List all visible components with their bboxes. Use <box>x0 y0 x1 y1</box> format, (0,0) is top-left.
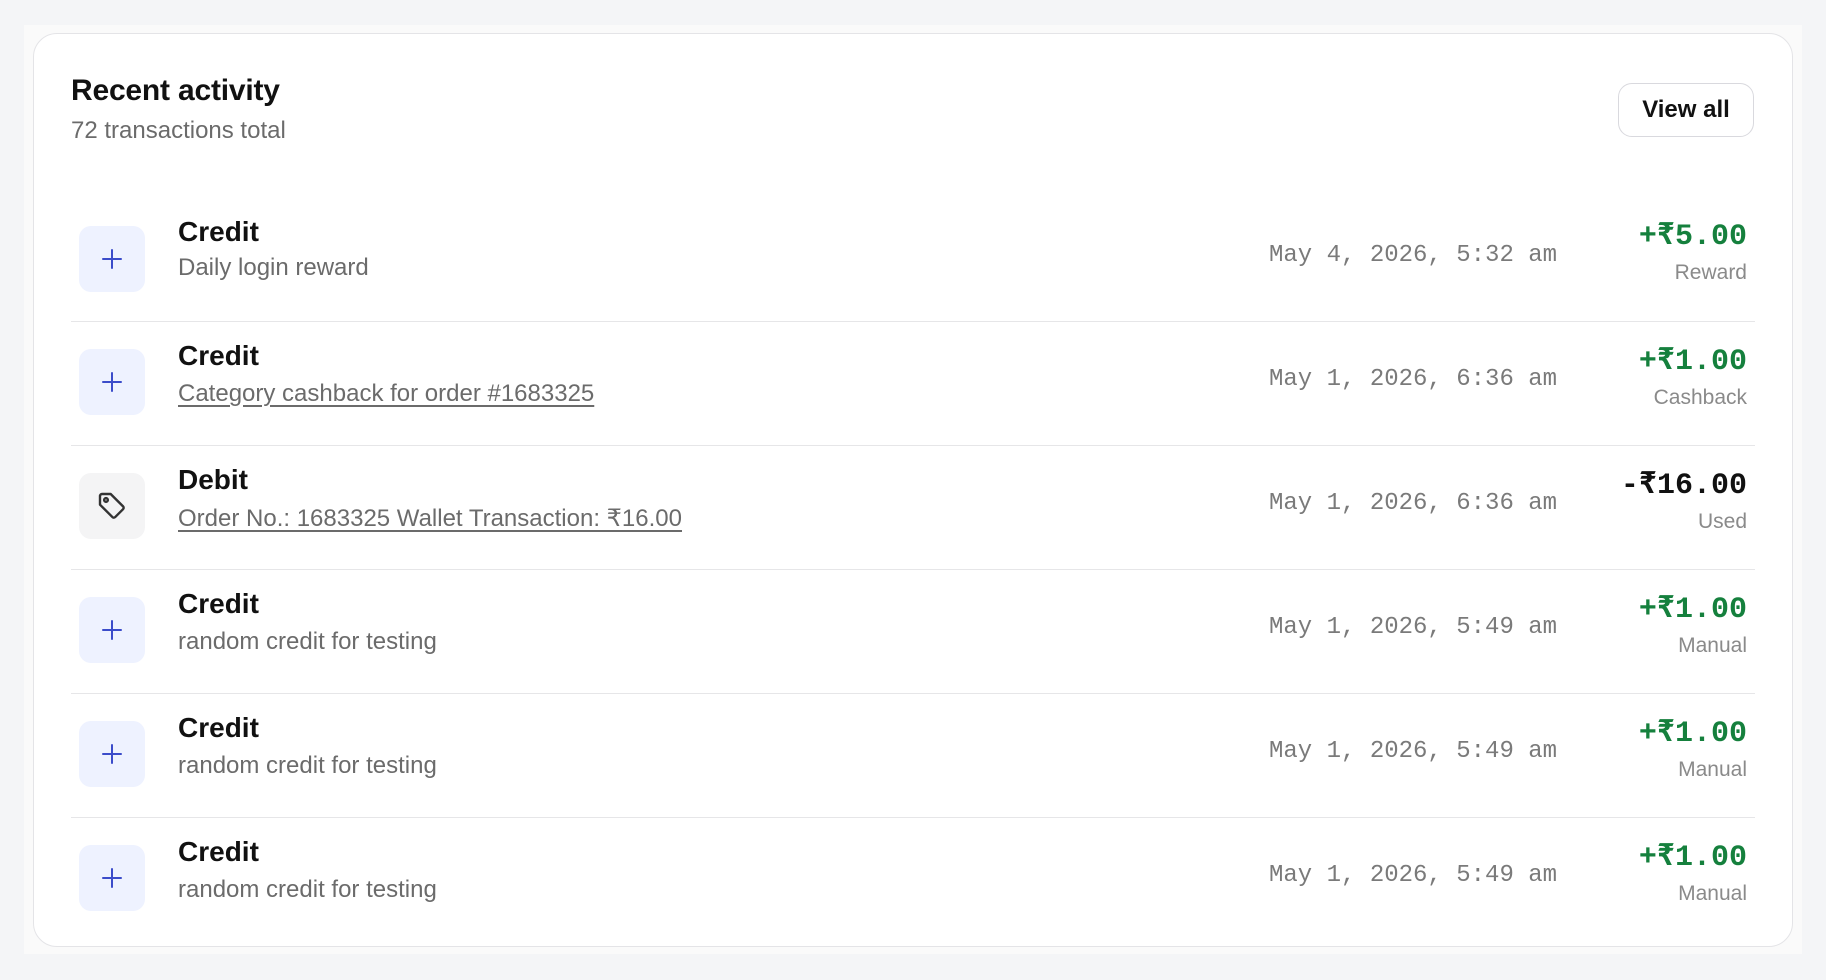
transaction-amount: +₹1.00 <box>1638 717 1747 751</box>
tag-icon <box>79 473 145 539</box>
transaction-date: May 1, 2026, 5:49 am <box>1269 862 1558 889</box>
transaction-row[interactable]: Credit Category cashback for order #1683… <box>71 322 1755 446</box>
transaction-description: Daily login reward <box>178 254 369 281</box>
transaction-row[interactable]: Credit Daily login reward May 4, 2026, 5… <box>71 202 1755 322</box>
transaction-description: random credit for testing <box>178 876 437 903</box>
transaction-description: random credit for testing <box>178 752 437 779</box>
transaction-list: Credit Daily login reward May 4, 2026, 5… <box>71 202 1755 942</box>
transaction-type: Credit <box>178 340 259 371</box>
view-all-button[interactable]: View all <box>1618 83 1754 137</box>
plus-icon <box>79 226 145 292</box>
transaction-row[interactable]: Credit random credit for testing May 1, … <box>71 694 1755 818</box>
transaction-type: Credit <box>178 216 259 247</box>
transaction-date: May 1, 2026, 6:36 am <box>1269 366 1558 393</box>
transaction-amount: +₹5.00 <box>1638 220 1747 254</box>
transaction-category: Manual <box>1678 758 1747 781</box>
transaction-row[interactable]: Debit Order No.: 1683325 Wallet Transact… <box>71 446 1755 570</box>
transaction-amount: +₹1.00 <box>1638 841 1747 875</box>
transaction-description-link[interactable]: Order No.: 1683325 Wallet Transaction: ₹… <box>178 504 682 533</box>
transaction-amount: +₹1.00 <box>1638 593 1747 627</box>
transaction-amount: +₹1.00 <box>1638 345 1747 379</box>
transaction-type: Debit <box>178 464 248 495</box>
transaction-type: Credit <box>178 712 259 743</box>
transaction-type: Credit <box>178 836 259 867</box>
transaction-date: May 1, 2026, 5:49 am <box>1269 738 1558 765</box>
transaction-category: Manual <box>1678 882 1747 905</box>
transaction-amount: -₹16.00 <box>1620 469 1747 503</box>
recent-activity-card: Recent activity 72 transactions total Vi… <box>33 33 1793 947</box>
plus-icon <box>79 721 145 787</box>
transaction-category: Reward <box>1674 261 1747 284</box>
plus-icon <box>79 845 145 911</box>
transaction-category: Manual <box>1678 634 1747 657</box>
transaction-category: Cashback <box>1653 386 1747 409</box>
transaction-date: May 4, 2026, 5:32 am <box>1269 242 1558 269</box>
transactions-count: 72 transactions total <box>71 117 286 144</box>
transaction-row[interactable]: Credit random credit for testing May 1, … <box>71 570 1755 694</box>
card-title: Recent activity <box>71 74 280 107</box>
transaction-date: May 1, 2026, 5:49 am <box>1269 614 1558 641</box>
transaction-date: May 1, 2026, 6:36 am <box>1269 490 1558 517</box>
transaction-description-link[interactable]: Category cashback for order #1683325 <box>178 380 594 408</box>
plus-icon <box>79 349 145 415</box>
transaction-category: Used <box>1697 510 1747 533</box>
transaction-row[interactable]: Credit random credit for testing May 1, … <box>71 818 1755 942</box>
plus-icon <box>79 597 145 663</box>
transaction-description: random credit for testing <box>178 628 437 655</box>
transaction-type: Credit <box>178 588 259 619</box>
